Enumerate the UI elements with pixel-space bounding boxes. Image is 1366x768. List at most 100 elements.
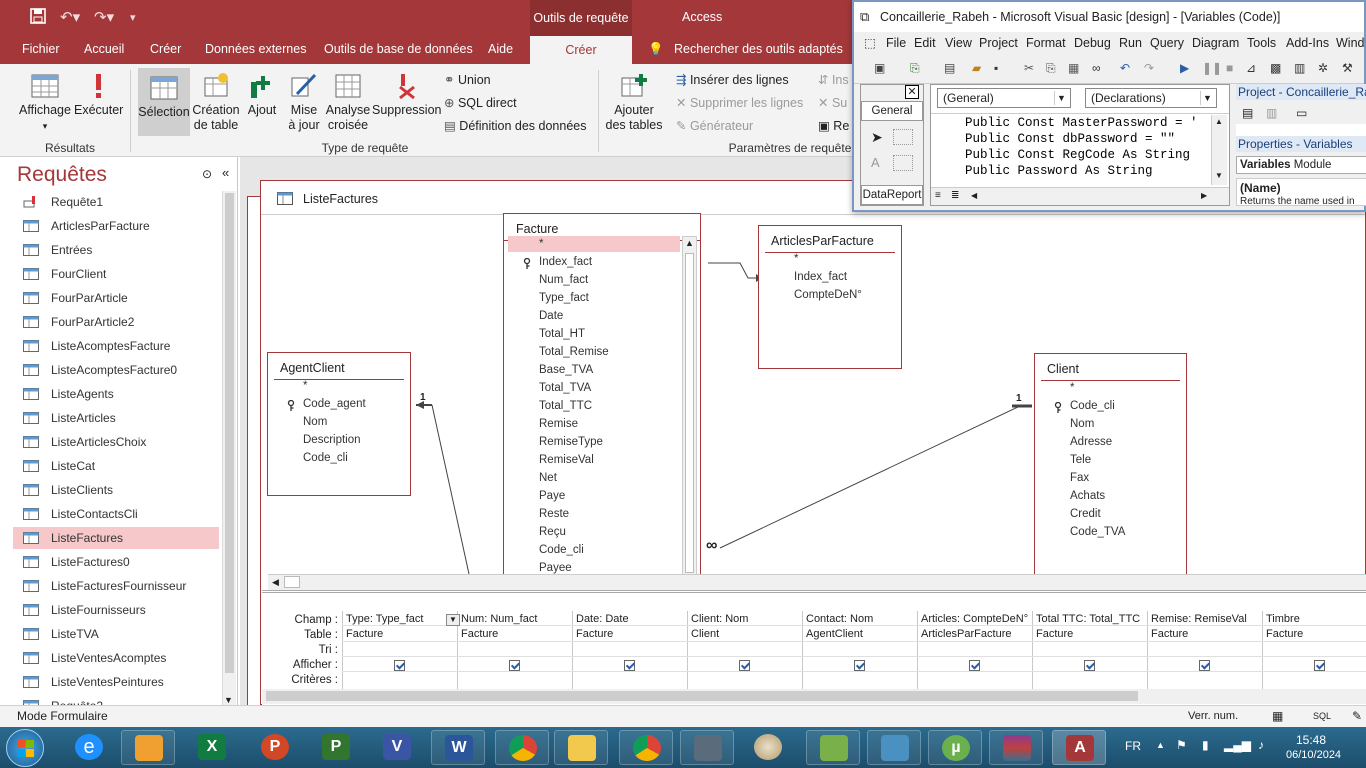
nav-item[interactable]: ArticlesParFacture xyxy=(13,215,219,237)
definition-donnees-button[interactable]: ▤ Définition des données xyxy=(444,118,586,133)
toggle-folders-icon[interactable]: ▭ xyxy=(1296,106,1307,120)
facture-scrollbar[interactable]: ▲ xyxy=(682,236,697,576)
media-taskbar-button[interactable] xyxy=(121,730,175,765)
field-item[interactable]: Credit xyxy=(1070,508,1101,520)
grid-field-cell[interactable]: Num: Num_fact xyxy=(461,613,537,625)
grid-column[interactable]: Timbre Facture xyxy=(1262,611,1366,689)
grid-field-cell[interactable]: Contact: Nom xyxy=(806,613,873,625)
run-sub-icon[interactable]: ▶ xyxy=(1180,61,1196,77)
grid-field-cell[interactable]: Type: Type_fact xyxy=(346,613,423,625)
field-item[interactable]: Total_TVA xyxy=(539,382,591,394)
nav-item[interactable]: ListeCat xyxy=(13,455,219,477)
vb-menu-debug[interactable]: Debug xyxy=(1074,36,1111,50)
vb-menu-view[interactable]: View xyxy=(945,36,972,50)
nav-item[interactable]: Entrées xyxy=(13,239,219,261)
field-item[interactable]: * xyxy=(539,238,543,250)
selection-button[interactable]: Sélection xyxy=(138,68,190,136)
access-taskbar-button[interactable]: A xyxy=(1052,730,1106,765)
grid-table-cell[interactable]: ArticlesParFacture xyxy=(921,628,1011,640)
field-item[interactable]: Reste xyxy=(539,508,569,520)
nav-item[interactable]: FourClient xyxy=(13,263,219,285)
grid-table-cell[interactable]: Facture xyxy=(1036,628,1073,640)
clock-time[interactable]: 15:48 xyxy=(1296,733,1326,747)
grid-column[interactable]: Client: Nom Client xyxy=(687,611,802,689)
toolbox-control-icon[interactable] xyxy=(893,129,913,145)
start-button[interactable] xyxy=(6,729,44,767)
field-item[interactable]: Date xyxy=(539,310,563,322)
field-item[interactable]: Code_cli xyxy=(1070,400,1115,412)
save-icon[interactable] xyxy=(30,8,46,28)
full-module-view-icon[interactable]: ≣ xyxy=(951,190,959,201)
open-icon[interactable]: ▰ xyxy=(972,61,988,77)
nav-item[interactable]: ListeClients xyxy=(13,479,219,501)
nav-scrollbar[interactable]: ▼ xyxy=(222,191,236,705)
tab-creer[interactable]: Créer xyxy=(150,42,181,56)
view-access-icon[interactable]: ▣ xyxy=(874,61,890,77)
project-taskbar-button[interactable]: P xyxy=(309,730,363,765)
nav-item[interactable]: ListeAcomptesFacture0 xyxy=(13,359,219,381)
field-dropdown-icon[interactable]: ▼ xyxy=(446,614,460,626)
field-item[interactable]: Code_TVA xyxy=(1070,526,1125,538)
procedure-view-icon[interactable]: ≡ xyxy=(935,190,941,201)
suppression-button[interactable]: Suppression xyxy=(372,72,442,118)
paint-taskbar-button[interactable] xyxy=(741,730,795,765)
code-line-2[interactable]: Public Const dbPassword = "" xyxy=(965,132,1175,146)
grid-column[interactable]: Num: Num_fact Facture xyxy=(457,611,572,689)
show-checkbox[interactable] xyxy=(1199,660,1210,671)
grid-h-scrollbar[interactable] xyxy=(262,689,1366,704)
nav-item[interactable]: ListeAgents xyxy=(13,383,219,405)
tab-aide[interactable]: Aide xyxy=(488,42,513,56)
code-line-1[interactable]: Public Const MasterPassword = ' xyxy=(965,116,1198,130)
supprimer-lignes-button[interactable]: ✕ Supprimer les lignes xyxy=(676,95,803,110)
grid-scroll-thumb[interactable] xyxy=(266,691,1138,701)
sql-view-button[interactable]: SQL xyxy=(1313,711,1331,721)
grid-column[interactable]: Date: Date Facture xyxy=(572,611,687,689)
field-item[interactable]: Adresse xyxy=(1070,436,1112,448)
field-item[interactable]: Code_agent xyxy=(303,398,366,410)
view-code-icon[interactable]: ▤ xyxy=(1242,106,1253,120)
vb-menu-diagram[interactable]: Diagram xyxy=(1192,36,1239,50)
field-item[interactable]: Total_Remise xyxy=(539,346,609,358)
show-checkbox[interactable] xyxy=(394,660,405,671)
field-item[interactable]: RemiseType xyxy=(539,436,603,448)
table-client[interactable]: Client * Code_cli Nom Adresse Tele Fax Achats C… xyxy=(1034,353,1187,575)
network-icon[interactable]: ⚑ xyxy=(1176,738,1187,752)
visio-taskbar-button[interactable]: V xyxy=(370,730,424,765)
grid-column[interactable]: Articles: CompteDeN° ArticlesParFacture xyxy=(917,611,1032,689)
utorrent-taskbar-button[interactable]: µ xyxy=(928,730,982,765)
field-item[interactable]: Total_TTC xyxy=(539,400,592,412)
grid-column[interactable]: Type: Type_fact Facture xyxy=(342,611,457,689)
collapse-nav-icon[interactable]: « xyxy=(222,165,229,180)
analyse-croisee-button[interactable]: Analyse croisée xyxy=(324,72,372,133)
scroll-down-icon[interactable]: ▼ xyxy=(224,695,233,705)
vb-menu-format[interactable]: Format xyxy=(1026,36,1066,50)
photo-taskbar-button[interactable] xyxy=(867,730,921,765)
tab-creer-query[interactable]: Créer xyxy=(530,36,632,64)
language-indicator[interactable]: FR xyxy=(1125,739,1141,753)
ajout-button[interactable]: Ajout xyxy=(244,72,280,118)
nav-item[interactable]: ListeFactures0 xyxy=(13,551,219,573)
redo-icon[interactable]: ↷▾ xyxy=(94,8,114,26)
vb-menu-tools[interactable]: Tools xyxy=(1247,36,1276,50)
field-item[interactable]: Base_TVA xyxy=(539,364,593,376)
code-h-scrollbar[interactable]: ≡ ≣ ◀ ▶ xyxy=(931,187,1229,205)
grid-table-cell[interactable]: Facture xyxy=(1266,628,1303,640)
field-item[interactable]: Payee xyxy=(539,562,572,574)
design-h-scrollbar[interactable]: ◀ xyxy=(268,574,1366,590)
scroll-up-icon[interactable]: ▲ xyxy=(685,238,694,248)
excel-taskbar-button[interactable]: X xyxy=(185,730,239,765)
mise-a-jour-button[interactable]: Mise à jour xyxy=(284,72,324,133)
field-item[interactable]: * xyxy=(303,380,307,392)
grid-field-cell[interactable]: Total TTC: Total_TTC xyxy=(1036,613,1140,625)
nav-item[interactable]: ListeFacturesFournisseur xyxy=(13,575,219,597)
nav-item[interactable]: ListeTVA xyxy=(13,623,219,645)
vb-menu-addins[interactable]: Add-Ins xyxy=(1286,36,1329,50)
field-item[interactable]: Index_fact xyxy=(794,271,847,283)
tab-outils-bdd[interactable]: Outils de base de données xyxy=(324,42,473,56)
field-item[interactable]: * xyxy=(1070,382,1074,394)
show-checkbox[interactable] xyxy=(624,660,635,671)
design-mode-icon[interactable]: ⊿ xyxy=(1246,61,1262,77)
retourner-button[interactable]: ▣ Re xyxy=(818,118,849,133)
sql-direct-button[interactable]: ⊕ SQL direct xyxy=(444,95,517,110)
field-item[interactable]: Index_fact xyxy=(539,256,592,268)
